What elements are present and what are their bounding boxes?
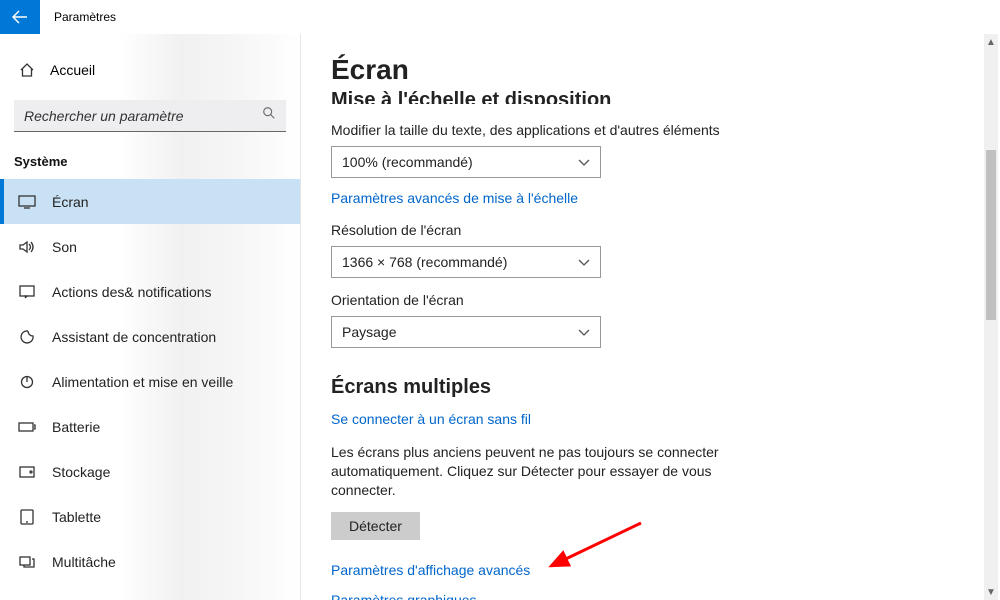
back-button[interactable] — [0, 0, 40, 34]
sidebar-item-label: Tablette — [52, 509, 101, 525]
sidebar-item-power[interactable]: Alimentation et mise en veille — [0, 359, 300, 404]
scale-dropdown[interactable]: 100% (recommandé) — [331, 146, 601, 178]
home-nav[interactable]: Accueil — [0, 50, 300, 90]
sidebar-item-label: Son — [52, 239, 77, 255]
search-icon — [262, 106, 276, 125]
sidebar-item-label: Batterie — [52, 419, 100, 435]
resolution-label: Résolution de l'écran — [331, 222, 970, 238]
sidebar-item-label: Assistant de concentration — [52, 329, 216, 345]
sidebar-item-focus[interactable]: Assistant de concentration — [0, 314, 300, 359]
scroll-up-icon[interactable]: ▲ — [984, 34, 998, 50]
scroll-down-icon[interactable]: ▼ — [984, 584, 998, 600]
sound-icon — [18, 240, 36, 254]
multitask-icon — [18, 556, 36, 568]
sidebar-item-label: Alimentation et mise en veille — [52, 374, 233, 390]
page-title: Écran — [331, 54, 970, 86]
scroll-thumb[interactable] — [986, 150, 996, 320]
category-heading: Système — [0, 148, 300, 179]
annotation-arrow — [541, 518, 651, 578]
power-icon — [18, 375, 36, 389]
graphics-settings-link[interactable]: Paramètres graphiques — [331, 592, 477, 600]
orientation-value: Paysage — [342, 324, 396, 340]
storage-icon — [18, 466, 36, 478]
advanced-display-link[interactable]: Paramètres d'affichage avancés — [331, 562, 530, 578]
resolution-value: 1366 × 768 (recommandé) — [342, 254, 507, 270]
sidebar: Accueil Système Écran Son Actions des& — [0, 34, 300, 600]
titlebar: Paramètres — [0, 0, 1000, 34]
sidebar-item-son[interactable]: Son — [0, 224, 300, 269]
battery-icon — [18, 422, 36, 432]
multi-displays-heading: Écrans multiples — [331, 376, 970, 399]
sidebar-item-notifications[interactable]: Actions des& notifications — [0, 269, 300, 314]
sidebar-item-multitask[interactable]: Multitâche — [0, 539, 300, 584]
arrow-left-icon — [12, 9, 28, 25]
wireless-display-link[interactable]: Se connecter à un écran sans fil — [331, 411, 531, 427]
display-icon — [18, 195, 36, 209]
chevron-down-icon — [578, 324, 590, 340]
focus-icon — [18, 329, 36, 345]
search-field[interactable] — [24, 108, 262, 124]
detect-help-text: Les écrans plus anciens peuvent ne pas t… — [331, 443, 771, 500]
sidebar-item-label: Écran — [52, 194, 89, 210]
sidebar-item-tablet[interactable]: Tablette — [0, 494, 300, 539]
tablet-icon — [18, 509, 36, 525]
sidebar-item-label: Stockage — [52, 464, 110, 480]
scale-advanced-link[interactable]: Paramètres avancés de mise à l'échelle — [331, 190, 578, 206]
detect-button[interactable]: Détecter — [331, 512, 420, 540]
chevron-down-icon — [578, 154, 590, 170]
sidebar-item-storage[interactable]: Stockage — [0, 449, 300, 494]
nav-list: Écran Son Actions des& notifications Ass… — [0, 179, 300, 584]
sidebar-item-ecran[interactable]: Écran — [0, 179, 300, 224]
notifications-icon — [18, 285, 36, 299]
window-title: Paramètres — [54, 10, 116, 24]
content-pane: Écran Mise à l'échelle et disposition Mo… — [301, 34, 1000, 600]
scale-value: 100% (recommandé) — [342, 154, 473, 170]
scroll-track[interactable] — [984, 50, 998, 584]
resolution-dropdown[interactable]: 1366 × 768 (recommandé) — [331, 246, 601, 278]
vertical-scrollbar[interactable]: ▲ ▼ — [984, 34, 998, 600]
home-icon — [18, 62, 36, 78]
search-input[interactable] — [14, 100, 286, 132]
chevron-down-icon — [578, 254, 590, 270]
truncated-heading: Mise à l'échelle et disposition — [331, 86, 970, 104]
home-label: Accueil — [50, 62, 95, 78]
orientation-dropdown[interactable]: Paysage — [331, 316, 601, 348]
scale-label: Modifier la taille du texte, des applica… — [331, 122, 970, 138]
sidebar-item-battery[interactable]: Batterie — [0, 404, 300, 449]
sidebar-item-label: Multitâche — [52, 554, 116, 570]
orientation-label: Orientation de l'écran — [331, 292, 970, 308]
sidebar-item-label: Actions des& notifications — [52, 284, 212, 300]
